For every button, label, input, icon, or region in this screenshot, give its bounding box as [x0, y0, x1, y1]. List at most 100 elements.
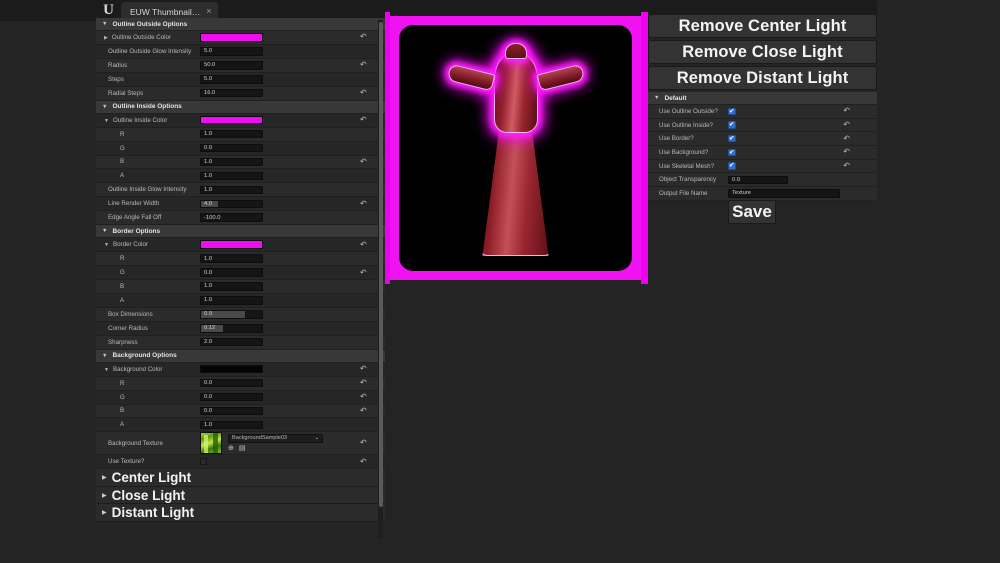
- checkbox[interactable]: ✔: [728, 107, 736, 116]
- property-label: A: [96, 172, 200, 179]
- revert-icon[interactable]: ↶: [360, 89, 368, 97]
- revert-icon[interactable]: ↶: [843, 162, 850, 170]
- value-input[interactable]: 0.0: [200, 392, 263, 402]
- value-input[interactable]: 1.0: [200, 420, 263, 430]
- close-icon[interactable]: ×: [206, 7, 211, 16]
- checkbox[interactable]: ✔: [728, 148, 736, 157]
- property-row: A 1.0: [96, 418, 385, 433]
- property-row: Box Dimensions 0.9: [96, 307, 385, 322]
- value-input[interactable]: 1.0: [200, 296, 263, 305]
- property-row: ▶ Outline Outside Color ↶: [96, 31, 385, 45]
- save-button[interactable]: Save: [728, 200, 776, 224]
- revert-icon[interactable]: ↶: [360, 199, 368, 208]
- revert-icon[interactable]: ↶: [360, 406, 368, 415]
- value-input[interactable]: 0.0: [200, 378, 263, 388]
- revert-icon[interactable]: ↶: [360, 268, 368, 277]
- revert-icon[interactable]: ↶: [360, 457, 368, 466]
- value-input[interactable]: 50.0: [200, 61, 263, 70]
- background-texture-row: Background Texture BackgroundSample03 ⌄ ⊕ ▤ ↶: [96, 432, 385, 456]
- value-input[interactable]: 1.0: [200, 157, 263, 167]
- value-input[interactable]: 0.9: [200, 310, 263, 319]
- right-section-header[interactable]: ▼ Default: [648, 92, 877, 105]
- revert-icon[interactable]: ↶: [360, 116, 368, 124]
- checkbox[interactable]: ✔: [728, 162, 736, 170]
- value-input[interactable]: 16.0: [200, 88, 263, 98]
- label-text: A: [120, 296, 125, 304]
- color-swatch[interactable]: [200, 364, 263, 374]
- property-field: 1.0: [200, 282, 385, 291]
- value-input[interactable]: 5.0: [200, 75, 263, 84]
- chevron-right-icon[interactable]: ▶: [102, 509, 107, 516]
- section-header-2[interactable]: ▼ Border Options: [96, 225, 385, 239]
- revert-icon[interactable]: ↶: [360, 33, 368, 41]
- revert-icon[interactable]: ↶: [843, 148, 850, 156]
- section-header-0[interactable]: ▼ Outline Outside Options: [96, 18, 385, 31]
- property-label: Output File Name: [659, 189, 708, 197]
- texture-thumbnail[interactable]: [200, 432, 222, 455]
- chevron-down-icon[interactable]: ▼: [104, 118, 109, 124]
- revert-icon[interactable]: ↶: [843, 121, 850, 129]
- property-row: Steps 5.0: [96, 72, 385, 87]
- thumbnail-viewport[interactable]: [390, 16, 641, 280]
- revert-icon[interactable]: ↶: [360, 379, 368, 387]
- light-section-0[interactable]: ▶ Center Light: [96, 469, 385, 487]
- section-header-1[interactable]: ▼ Outline Inside Options: [96, 100, 385, 114]
- texture-asset-picker[interactable]: BackgroundSample03 ⌄: [228, 433, 323, 443]
- section-header-3[interactable]: ▼ Background Options: [96, 349, 385, 363]
- remove-light-button-1[interactable]: Remove Close Light: [648, 40, 877, 64]
- value-input[interactable]: 1.0: [200, 254, 263, 263]
- chevron-right-icon[interactable]: ▶: [104, 35, 108, 41]
- value-input[interactable]: 1.0: [200, 185, 263, 195]
- value-input[interactable]: 0.0: [200, 143, 263, 153]
- section-title: Border Options: [112, 227, 161, 235]
- value-input[interactable]: 2.0: [200, 337, 263, 347]
- chevron-right-icon[interactable]: ▶: [102, 492, 107, 499]
- color-swatch[interactable]: [200, 115, 263, 125]
- label-text: Background Texture: [108, 439, 163, 447]
- value-input[interactable]: 5.0: [200, 47, 263, 56]
- property-field: 0.0: [200, 392, 385, 402]
- value-input[interactable]: -100.0: [200, 213, 263, 222]
- revert-icon[interactable]: ↶: [360, 61, 368, 69]
- browse-asset-icon[interactable]: ⊕: [228, 445, 234, 453]
- light-section-1[interactable]: ▶ Close Light: [96, 486, 385, 505]
- revert-icon[interactable]: ↶: [843, 134, 850, 143]
- revert-icon[interactable]: ↶: [360, 240, 368, 249]
- checkbox[interactable]: ✔: [728, 134, 736, 143]
- remove-light-button-0[interactable]: Remove Center Light: [648, 14, 877, 38]
- value-input[interactable]: 1.0: [200, 129, 263, 139]
- left-panel-scrollbar-thumb[interactable]: [378, 22, 383, 507]
- gown-torso: [493, 51, 538, 133]
- use-texture-checkbox[interactable]: [200, 458, 207, 466]
- light-section-2[interactable]: ▶ Distant Light: [96, 504, 385, 522]
- property-label: G: [96, 269, 200, 276]
- revert-icon[interactable]: ↶: [360, 393, 368, 401]
- value-input[interactable]: 0.0: [200, 406, 263, 416]
- property-row: Edge Angle Fall Off -100.0: [96, 211, 385, 226]
- checkbox[interactable]: ✔: [728, 121, 736, 129]
- gown-figure: [431, 35, 601, 260]
- revert-icon[interactable]: ↶: [360, 157, 368, 166]
- revert-icon[interactable]: ↶: [360, 439, 368, 447]
- value-input[interactable]: 1.0: [200, 171, 263, 181]
- revert-icon[interactable]: ↶: [360, 365, 368, 373]
- chevron-down-icon[interactable]: ▼: [104, 367, 109, 373]
- chevron-right-icon[interactable]: ▶: [102, 474, 107, 481]
- label-text: A: [120, 421, 125, 429]
- chevron-down-icon[interactable]: ▼: [104, 242, 109, 248]
- revert-icon[interactable]: ↶: [843, 107, 850, 115]
- text-input[interactable]: Texture: [728, 189, 840, 198]
- value-input[interactable]: 0.12: [200, 324, 263, 333]
- value-input[interactable]: 0.0: [728, 175, 788, 185]
- remove-light-button-2[interactable]: Remove Distant Light: [648, 66, 877, 90]
- value-input[interactable]: 0.0: [200, 268, 263, 277]
- use-selected-asset-icon[interactable]: ▤: [239, 445, 246, 453]
- value-input[interactable]: 4.0: [200, 199, 263, 209]
- color-swatch[interactable]: [200, 33, 263, 42]
- color-swatch[interactable]: [200, 240, 263, 249]
- property-field: -100.0: [200, 213, 385, 222]
- property-field: 1.0: [200, 296, 385, 305]
- section-title: Outline Outside Options: [112, 20, 188, 28]
- value-input[interactable]: 1.0: [200, 282, 263, 291]
- label-text: B: [120, 158, 125, 166]
